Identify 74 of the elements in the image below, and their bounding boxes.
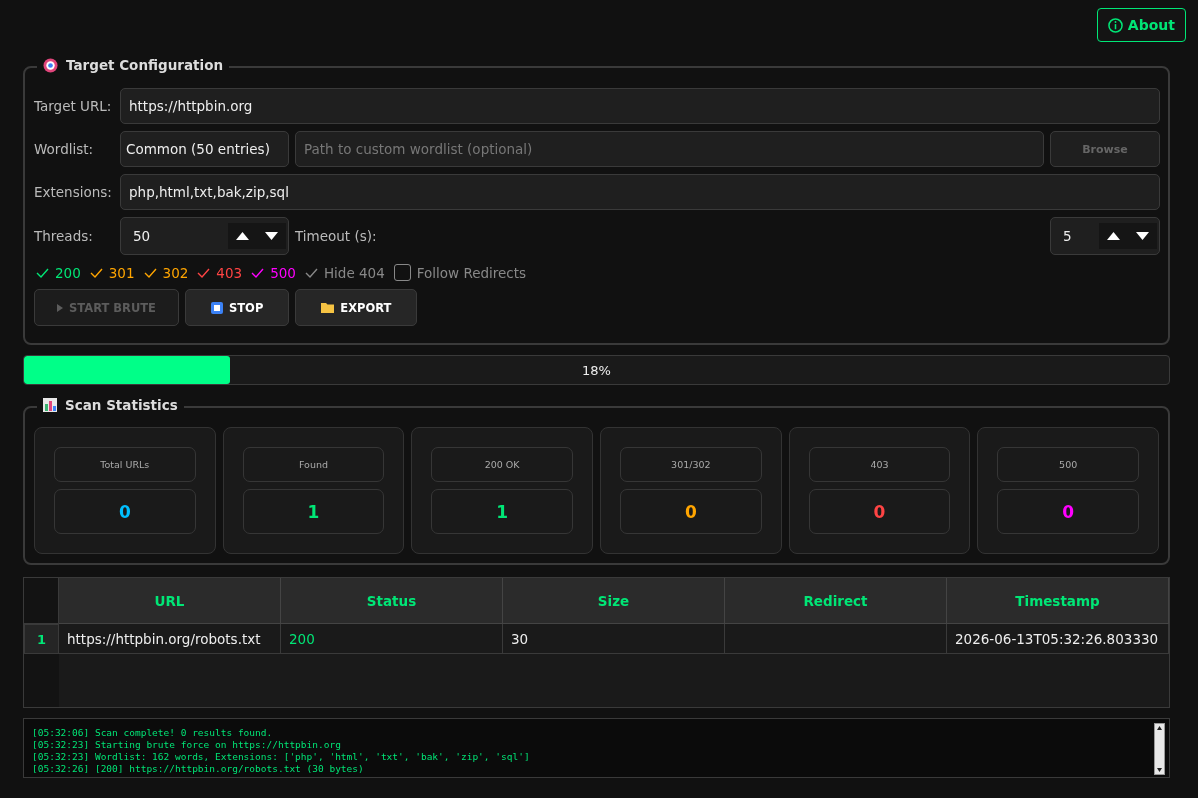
- stat-value: 0: [620, 489, 762, 534]
- stat-value: 0: [997, 489, 1139, 534]
- checkbox-label: 301: [108, 264, 135, 281]
- extensions-field[interactable]: php,html,txt,bak,zip,sql: [120, 174, 1160, 210]
- field-label: Extensions:: [34, 184, 113, 200]
- checkbox-label: 500: [270, 264, 296, 281]
- row-number: 1: [24, 624, 59, 654]
- stat-value: 1: [242, 489, 385, 534]
- down-arrow-icon: [265, 232, 278, 240]
- increment-button[interactable]: [1099, 223, 1128, 249]
- stop-icon: [211, 301, 223, 314]
- wordlist-path-field[interactable]: Path to custom wordlist (optional): [295, 131, 1044, 167]
- decrement-button[interactable]: [1128, 223, 1157, 249]
- field-label: Timeout (s):: [295, 228, 378, 244]
- checkbox-label: Hide 404: [323, 264, 385, 281]
- stat-value: 0: [54, 489, 196, 534]
- table-cell: 2026-06-13T05:32:26.803330: [947, 624, 1169, 654]
- up-arrow-icon: [1107, 232, 1120, 240]
- field-label: Threads:: [34, 228, 94, 244]
- group-title: Target Configuration: [66, 57, 224, 73]
- target-url-field[interactable]: https://httpbin.org: [120, 88, 1160, 124]
- checkmark-icon[interactable]: [304, 266, 318, 279]
- checkmark-icon[interactable]: [89, 266, 103, 279]
- down-arrow-icon: [1155, 766, 1164, 774]
- checkmark-icon[interactable]: [197, 266, 211, 279]
- progress-reading: 18%: [582, 362, 611, 378]
- play-icon: [57, 303, 63, 312]
- target-icon: [43, 57, 58, 73]
- column-header[interactable]: URL: [59, 578, 281, 624]
- stat-value: 1: [431, 489, 573, 534]
- stat-label: Total URLs: [54, 447, 196, 482]
- checkmark-icon[interactable]: [251, 266, 265, 279]
- checkbox-label: 403: [216, 264, 243, 281]
- table-cell: 200: [281, 624, 503, 654]
- bar-chart-icon: [43, 398, 57, 412]
- stat-label: 500: [997, 447, 1139, 482]
- column-header[interactable]: Size: [503, 578, 725, 624]
- field-label: Wordlist:: [34, 141, 95, 157]
- checkmark-icon[interactable]: [36, 266, 49, 279]
- stat-label: 200 OK: [431, 447, 573, 482]
- info-icon: [1107, 17, 1123, 33]
- stop-button[interactable]: STOP: [185, 289, 290, 326]
- folder-icon: [321, 302, 335, 313]
- export-button[interactable]: EXPORT: [295, 289, 418, 326]
- checkbox-label: 200: [55, 264, 81, 281]
- stat-value: 0: [808, 489, 951, 534]
- about-button[interactable]: About: [1096, 8, 1186, 42]
- stat-label: Found: [242, 447, 385, 482]
- up-arrow-icon: [236, 232, 249, 240]
- checkbox-label: Follow Redirects: [416, 264, 527, 281]
- scrollbar[interactable]: [1154, 723, 1165, 775]
- checkbox-label: 302: [162, 264, 189, 281]
- up-arrow-icon: [1155, 724, 1164, 732]
- field-label: Target URL:: [34, 98, 113, 114]
- table-cell: 30: [503, 624, 725, 654]
- column-header[interactable]: Status: [281, 578, 503, 624]
- column-header[interactable]: Timestamp: [947, 578, 1169, 624]
- wordlist-select[interactable]: Common (50 entries): [120, 131, 289, 167]
- log-line: [05:32:23] Starting brute force on https://httpbin.org: [32, 739, 342, 751]
- group-title: Scan Statistics: [65, 397, 178, 413]
- decrement-button[interactable]: [257, 223, 286, 249]
- timeout-spinbox[interactable]: 5: [1050, 217, 1160, 255]
- stat-label: 301/302: [620, 447, 762, 482]
- log-line: [05:32:23] Wordlist: 162 words, Extensions: ['php', 'html', 'txt', 'bak', 'zip', 'sql']: [32, 751, 531, 763]
- log-line: [05:32:26] [200] https://httpbin.org/robots.txt (30 bytes): [32, 763, 365, 775]
- column-header[interactable]: Redirect: [725, 578, 947, 624]
- log-line: [05:32:06] Scan complete! 0 results found.: [32, 727, 274, 739]
- checkmark-icon[interactable]: [143, 266, 157, 279]
- checkbox[interactable]: [393, 264, 411, 281]
- threads-spinbox[interactable]: 50: [120, 217, 289, 255]
- increment-button[interactable]: [228, 223, 257, 249]
- stat-label: 403: [808, 447, 951, 482]
- down-arrow-icon: [1136, 232, 1149, 240]
- table-cell: https://httpbin.org/robots.txt: [59, 624, 281, 654]
